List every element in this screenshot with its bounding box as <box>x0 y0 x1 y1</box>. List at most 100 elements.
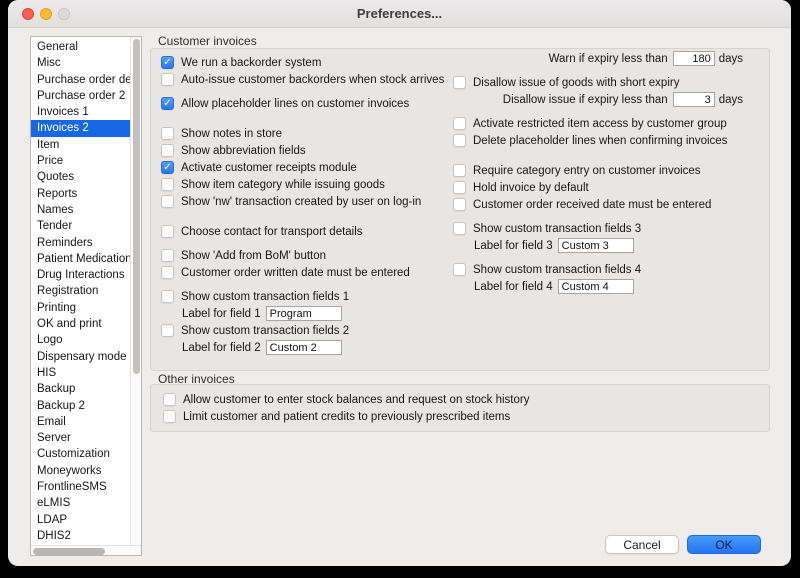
sidebar-item[interactable]: DHIS2 <box>31 528 130 544</box>
checkbox-label: Customer order written date must be ente… <box>181 267 410 279</box>
checkbox-label: Show custom transaction fields 1 <box>181 291 349 303</box>
text-field-label: Label for field 2 <box>182 342 266 354</box>
sidebar-item[interactable]: Invoices 1 <box>31 104 130 120</box>
checkbox-label: Disallow issue of goods with short expir… <box>473 77 679 89</box>
checkbox-unchecked[interactable] <box>161 178 174 191</box>
sidebar-item[interactable]: Customization <box>31 446 130 462</box>
number-field-label: Warn if expiry less than <box>453 53 673 65</box>
number-input[interactable] <box>673 92 715 107</box>
option-row: Show abbreviation fields <box>161 142 449 159</box>
preferences-panel: Customer invoices We run a backorder sys… <box>150 34 770 558</box>
checkbox-unchecked[interactable] <box>161 73 174 86</box>
group-title-customer-invoices: Customer invoices <box>158 34 257 48</box>
checkbox-unchecked[interactable] <box>161 225 174 238</box>
horizontal-scrollbar[interactable] <box>31 545 141 555</box>
customer-invoices-right-column: Warn if expiry less than days Disallow iss… <box>453 50 743 295</box>
sidebar-item[interactable]: Invoices 2 <box>31 120 130 136</box>
sidebar-item[interactable]: Drug Interactions <box>31 267 130 283</box>
checkbox-unchecked[interactable] <box>163 393 176 406</box>
option-row: Customer order written date must be ente… <box>161 264 449 281</box>
sidebar-item[interactable]: Misc <box>31 55 130 71</box>
checkbox-unchecked[interactable] <box>161 324 174 337</box>
sidebar-item[interactable]: Backup 2 <box>31 398 130 414</box>
checkbox-unchecked[interactable] <box>453 76 466 89</box>
checkbox-unchecked[interactable] <box>161 195 174 208</box>
sidebar-item[interactable]: Server <box>31 430 130 446</box>
sidebar-item[interactable]: Logo <box>31 332 130 348</box>
text-input[interactable] <box>266 340 342 355</box>
option-row: Auto-issue customer backorders when stoc… <box>161 71 449 88</box>
checkbox-unchecked[interactable] <box>453 198 466 211</box>
sidebar-item[interactable]: Dispensary mode <box>31 349 130 365</box>
checkbox-label: Activate customer receipts module <box>181 162 357 174</box>
text-input[interactable] <box>558 279 634 294</box>
checkbox-unchecked[interactable] <box>453 117 466 130</box>
option-row: Show notes in store <box>161 125 449 142</box>
vertical-scrollbar[interactable] <box>130 37 141 545</box>
text-input[interactable] <box>266 306 342 321</box>
checkbox-unchecked[interactable] <box>161 127 174 140</box>
horizontal-scrollbar-thumb[interactable] <box>33 548 105 555</box>
text-input[interactable] <box>558 238 634 253</box>
sidebar-list: GeneralMiscPurchase order defaultsPurcha… <box>31 39 130 545</box>
checkbox-unchecked[interactable] <box>161 249 174 262</box>
checkbox-unchecked[interactable] <box>163 410 176 423</box>
checkbox-label: Delete placeholder lines when confirming… <box>473 135 727 147</box>
checkbox-checked[interactable] <box>161 161 174 174</box>
ok-button[interactable]: OK <box>687 535 761 554</box>
sidebar-item[interactable]: Names <box>31 202 130 218</box>
sidebar-item[interactable]: Item <box>31 137 130 153</box>
sidebar-item[interactable]: Tender <box>31 218 130 234</box>
sidebar-item[interactable]: Reports <box>31 186 130 202</box>
sidebar-item[interactable]: Printing <box>31 300 130 316</box>
text-field-label: Label for field 3 <box>474 240 558 252</box>
checkbox-unchecked[interactable] <box>161 266 174 279</box>
sidebar-item[interactable]: OK and print <box>31 316 130 332</box>
number-input[interactable] <box>673 51 715 66</box>
unit-label: days <box>715 53 743 65</box>
option-row: Require category entry on customer invoi… <box>453 162 743 179</box>
sidebar-item[interactable]: Email <box>31 414 130 430</box>
checkbox-unchecked[interactable] <box>161 290 174 303</box>
checkbox-unchecked[interactable] <box>453 164 466 177</box>
field-row: Disallow issue if expiry less thandays <box>453 91 743 108</box>
sidebar-item[interactable]: Purchase order 2 <box>31 88 130 104</box>
checkbox-label: Limit customer and patient credits to pr… <box>183 411 510 423</box>
field-row: Warn if expiry less than days <box>453 50 743 67</box>
checkbox-checked[interactable] <box>161 97 174 110</box>
cancel-button[interactable]: Cancel <box>605 535 679 554</box>
sidebar-item[interactable]: Backup <box>31 381 130 397</box>
checkbox-unchecked[interactable] <box>453 222 466 235</box>
checkbox-unchecked[interactable] <box>453 134 466 147</box>
sidebar-item[interactable]: Purchase order defaults <box>31 72 130 88</box>
sidebar-item[interactable]: Moneyworks <box>31 463 130 479</box>
checkbox-label: Show item category while issuing goods <box>181 179 385 191</box>
sidebar-item[interactable]: FrontlineSMS <box>31 479 130 495</box>
checkbox-label: Allow customer to enter stock balances a… <box>183 394 529 406</box>
sidebar-item[interactable]: LDAP <box>31 512 130 528</box>
checkbox-checked[interactable] <box>161 56 174 69</box>
option-row: Show custom transaction fields 2 <box>161 322 449 339</box>
option-row: Activate restricted item access by custo… <box>453 115 743 132</box>
checkbox-label: Show abbreviation fields <box>181 145 306 157</box>
sidebar-item[interactable]: General <box>31 39 130 55</box>
checkbox-unchecked[interactable] <box>161 144 174 157</box>
sidebar-item[interactable]: HIS <box>31 365 130 381</box>
checkbox-label: Hold invoice by default <box>473 182 589 194</box>
checkbox-label: Allow placeholder lines on customer invo… <box>181 98 409 110</box>
customer-invoices-left-column: We run a backorder systemAuto-issue cust… <box>161 54 449 356</box>
sidebar-item[interactable]: Patient Medication <box>31 251 130 267</box>
checkbox-label: Show custom transaction fields 3 <box>473 223 641 235</box>
checkbox-label: Require category entry on customer invoi… <box>473 165 701 177</box>
sidebar-item[interactable]: Quotes <box>31 169 130 185</box>
checkbox-unchecked[interactable] <box>453 263 466 276</box>
sidebar-item[interactable]: eLMIS <box>31 495 130 511</box>
option-row: Allow placeholder lines on customer invo… <box>161 95 449 112</box>
checkbox-label: Auto-issue customer backorders when stoc… <box>181 74 444 86</box>
sidebar-item[interactable]: Registration <box>31 283 130 299</box>
title-bar[interactable]: Preferences... <box>8 0 791 28</box>
checkbox-unchecked[interactable] <box>453 181 466 194</box>
vertical-scrollbar-thumb[interactable] <box>133 39 140 374</box>
sidebar-item[interactable]: Price <box>31 153 130 169</box>
sidebar-item[interactable]: Reminders <box>31 235 130 251</box>
